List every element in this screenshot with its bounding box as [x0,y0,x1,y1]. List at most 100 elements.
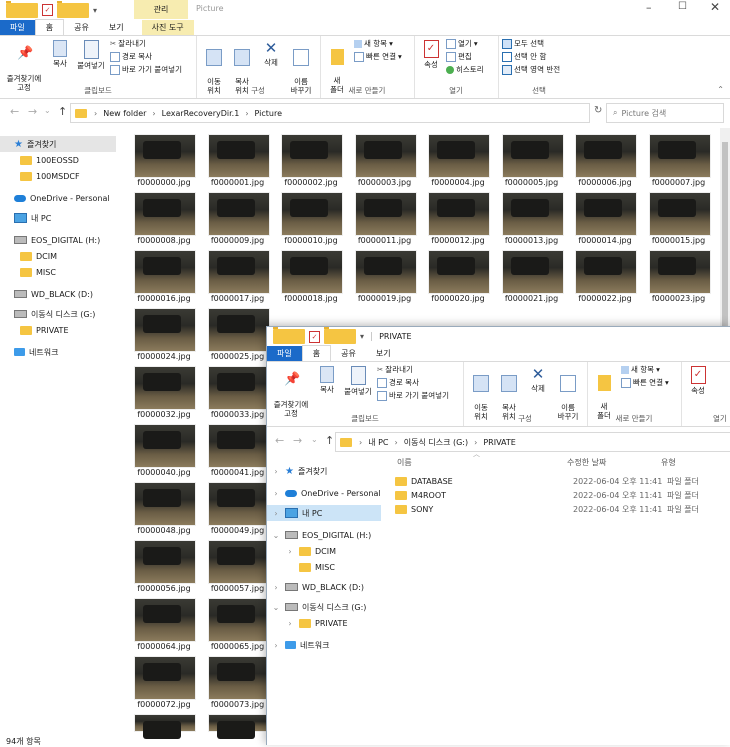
easy-access-button[interactable]: 빠른 연결 ▾ [354,51,402,62]
image-thumbnail[interactable] [281,250,343,294]
sidebar-item[interactable]: › 네트워크 [267,637,381,653]
file-name-label[interactable]: f0000040.jpg [128,468,200,477]
file-row[interactable]: M4ROOT 2022-06-04 오후 11:41 파일 폴더 [395,489,725,502]
image-thumbnail[interactable] [134,482,196,526]
image-thumbnail[interactable] [428,134,490,178]
cut-button[interactable]: ✂ 잘라내기 [377,364,413,375]
sidebar-item[interactable]: › ★ 즐겨찾기 [267,463,381,479]
close-icon[interactable]: ✕ [710,0,720,14]
sidebar-item[interactable]: 이동식 디스크 (G:) [14,306,95,322]
tab-home[interactable]: 홈 [34,19,65,35]
chevron-right-icon[interactable]: › [271,489,281,498]
sidebar-item[interactable]: › PRIVATE [267,615,381,631]
file-name-label[interactable]: f0000010.jpg [275,236,347,245]
tab-picture-tools[interactable]: 사진 도구 [141,20,194,35]
file-name-label[interactable]: f0000065.jpg [202,642,274,651]
copy-button[interactable]: 복사 [315,366,339,394]
paste-button[interactable]: 붙여넣기 [341,366,375,396]
chevron-down-icon[interactable]: ⌄ [271,603,281,612]
copy-button[interactable]: 복사 [48,40,72,68]
image-thumbnail[interactable] [207,192,270,236]
file-name-label[interactable]: f0000018.jpg [275,294,347,303]
image-thumbnail[interactable] [134,134,196,178]
sidebar-item[interactable]: EOS_DIGITAL (H:) [14,232,100,248]
sidebar-item[interactable]: WD_BLACK (D:) [14,286,93,302]
file-row[interactable]: SONY 2022-06-04 오후 11:41 파일 폴더 [395,503,725,516]
new-folder-quick-icon[interactable] [324,327,356,344]
sidebar-item[interactable]: 100MSDCF [20,168,80,184]
sidebar-item[interactable]: › OneDrive - Personal [267,485,381,501]
image-thumbnail[interactable] [134,656,196,700]
breadcrumb-item[interactable]: PRIVATE [480,438,519,447]
image-thumbnail[interactable] [207,424,270,468]
sidebar-item[interactable]: DCIM [20,248,57,264]
new-folder-quick-icon[interactable] [57,0,89,18]
file-name-label[interactable]: f0000023.jpg [643,294,715,303]
file-name-label[interactable]: f0000019.jpg [349,294,421,303]
image-thumbnail[interactable] [575,134,637,178]
properties-button[interactable]: ✓ 속성 [420,40,442,69]
image-thumbnail[interactable] [207,366,270,410]
refresh-icon[interactable]: ↻ [594,105,602,116]
address-box[interactable]: › New folder › LexarRecoveryDir.1 › Pict… [70,103,590,123]
easy-access-button[interactable]: 빠른 연결 ▾ [621,377,669,388]
file-name-label[interactable]: f0000020.jpg [422,294,494,303]
up-arrow-icon[interactable]: ↑ [325,434,334,447]
delete-button[interactable]: ✕ 삭제 [260,40,282,67]
tab-view[interactable]: 보기 [99,20,134,35]
image-thumbnail[interactable] [134,250,196,294]
properties-quick-icon[interactable]: ✓ [42,4,53,16]
file-name-label[interactable]: f0000057.jpg [202,584,274,593]
chevron-right-icon[interactable]: › [285,619,295,628]
tab-share[interactable]: 공유 [64,20,99,35]
image-thumbnail[interactable] [648,250,711,294]
file-row[interactable]: DATABASE 2022-06-04 오후 11:41 파일 폴더 [395,475,725,488]
image-thumbnail[interactable] [428,192,490,236]
sidebar-item[interactable]: › DCIM [267,543,381,559]
properties-quick-icon[interactable]: ✓ [309,330,320,343]
image-thumbnail[interactable] [134,714,196,739]
sidebar-item[interactable]: › 내 PC [267,505,381,521]
file-name-label[interactable]: f0000049.jpg [202,526,274,535]
file-name-label[interactable]: f0000021.jpg [496,294,568,303]
collapse-ribbon-icon[interactable]: ⌃ [717,85,724,94]
paste-button[interactable]: 붙여넣기 [74,40,108,70]
new-item-button[interactable]: 새 항목 ▾ [354,38,393,49]
forward-arrow-icon[interactable]: → [293,434,302,447]
pin-button[interactable]: 📌 즐겨찾기에 고정 [269,366,313,418]
image-thumbnail[interactable] [134,308,196,352]
column-header-modified[interactable]: 수정한 날짜 [567,457,606,468]
recent-dropdown-icon[interactable]: ⌄ [44,106,51,115]
breadcrumb-item[interactable]: LexarRecoveryDir.1 [159,109,243,118]
back-arrow-icon[interactable]: ← [10,105,19,118]
history-button[interactable]: 히스토리 [446,64,484,75]
file-name-label[interactable]: f0000056.jpg [128,584,200,593]
breadcrumb-item[interactable]: New folder [100,109,149,118]
copy-path-button[interactable]: 경로 복사 [110,51,152,62]
chevron-right-icon[interactable]: › [271,467,281,476]
image-thumbnail[interactable] [281,134,343,178]
file-name-label[interactable]: f0000011.jpg [349,236,421,245]
sidebar-item[interactable]: PRIVATE [20,322,69,338]
new-folder-button[interactable]: 새 폴더 [593,366,615,420]
image-thumbnail[interactable] [134,366,196,410]
delete-button[interactable]: ✕ 삭제 [527,366,549,393]
chevron-down-icon[interactable]: ⌄ [271,531,281,540]
tab-file[interactable]: 파일 [0,20,35,35]
image-thumbnail[interactable] [207,656,270,700]
tab-home[interactable]: 홈 [301,345,332,361]
file-name-label[interactable]: f0000048.jpg [128,526,200,535]
file-name-label[interactable]: f0000033.jpg [202,410,274,419]
image-thumbnail[interactable] [207,308,270,352]
file-name-label[interactable]: f0000000.jpg [128,178,200,187]
breadcrumb-item[interactable]: 내 PC [365,437,391,448]
customize-quick-access-icon[interactable]: ▾ [360,332,364,341]
open-button[interactable]: 열기 ▾ [446,38,478,49]
file-name-label[interactable]: f0000022.jpg [569,294,641,303]
file-name-label[interactable]: f0000006.jpg [569,178,641,187]
file-name-label[interactable]: f0000005.jpg [496,178,568,187]
forward-arrow-icon[interactable]: → [28,105,37,118]
new-item-button[interactable]: 새 항목 ▾ [621,364,660,375]
properties-button[interactable]: ✓ 속성 [687,366,709,395]
image-thumbnail[interactable] [207,482,270,526]
